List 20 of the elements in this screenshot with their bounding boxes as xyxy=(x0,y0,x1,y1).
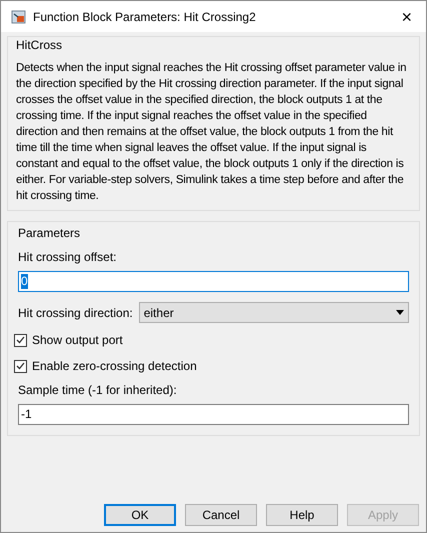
group-title: Parameters xyxy=(18,225,82,242)
close-button[interactable]: × xyxy=(397,8,416,26)
dialog-button[interactable]: OK xyxy=(104,504,176,526)
app-icon xyxy=(11,8,27,24)
checkbox-label: Enable zero-crossing detection xyxy=(32,358,197,375)
dialog-button[interactable]: Cancel xyxy=(185,504,257,526)
checkbox-label: Show output port xyxy=(32,332,123,349)
dropdown-label: Hit crossing direction: xyxy=(18,304,133,322)
input-field[interactable]: -1 xyxy=(18,404,409,425)
field-label: Hit crossing offset: xyxy=(18,249,118,266)
group-title: HitCross xyxy=(16,37,64,54)
window-title: Function Block Parameters: Hit Crossing2 xyxy=(33,8,257,26)
input-field[interactable]: 0 xyxy=(18,271,409,292)
checkbox[interactable] xyxy=(14,334,27,346)
description-text: Detects when the input signal reaches the Hit crossing offset parameter value in the direction specified by the Hit crossing direction parameter. If the input signal crosses the offset value in the specified direction, the block outputs 1 at the crossing time. If the input signal reaches the offset value in the specified direction and then remains at the offset value, the block outputs 1 from the hit time till the time when signal leaves the offset value. If the input signal is constant and equal to the offset value, the block outputs 1 only if the direction is either. For variable-step solvers, Simulink takes a time step before and after the hit crossing time. xyxy=(16,61,408,204)
dropdown[interactable]: either xyxy=(138,302,409,323)
caret-icon xyxy=(396,310,404,315)
dialog-button[interactable]: Help xyxy=(266,504,338,526)
checkbox[interactable] xyxy=(14,360,27,372)
field-label: Sample time (-1 for inherited): xyxy=(18,382,178,399)
